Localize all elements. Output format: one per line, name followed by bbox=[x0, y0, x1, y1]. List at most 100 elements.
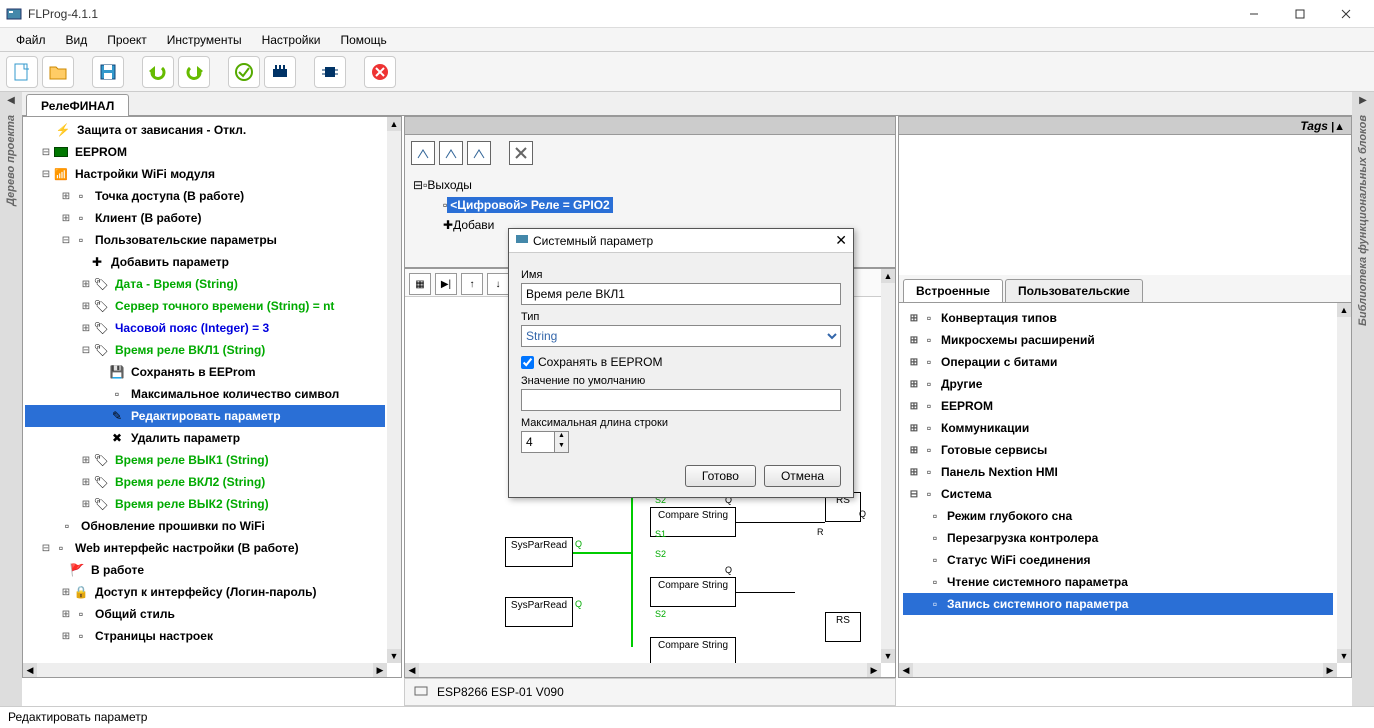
expand-icon[interactable]: ⊟ bbox=[39, 543, 53, 554]
tree-item[interactable]: Обновление прошивки по WiFi bbox=[78, 517, 268, 535]
block-rs[interactable]: RS bbox=[825, 612, 861, 642]
expand-icon[interactable]: ⊞ bbox=[79, 279, 93, 290]
canvas-hscrollbar[interactable]: ◀▶ bbox=[405, 663, 881, 677]
redo-button[interactable] bbox=[178, 56, 210, 88]
expand-icon[interactable]: ⊞ bbox=[59, 609, 73, 620]
expand-icon[interactable]: ⊞ bbox=[59, 213, 73, 224]
tree-hscrollbar[interactable]: ◀▶ bbox=[23, 663, 387, 677]
name-input[interactable] bbox=[521, 283, 841, 305]
tree-item[interactable]: Дата - Время (String) bbox=[112, 275, 241, 293]
library-vscrollbar[interactable]: ▲▼ bbox=[1337, 303, 1351, 663]
type-select[interactable]: String bbox=[521, 325, 841, 347]
out-close-button[interactable] bbox=[509, 141, 533, 165]
stop-button[interactable] bbox=[364, 56, 396, 88]
check-button[interactable] bbox=[228, 56, 260, 88]
menu-view[interactable]: Вид bbox=[56, 30, 98, 50]
board-button[interactable] bbox=[264, 56, 296, 88]
maxlen-spinner[interactable]: 4 ▲▼ bbox=[521, 431, 569, 453]
lib-subitem[interactable]: ▫Режим глубокого сна bbox=[903, 505, 1333, 527]
open-button[interactable] bbox=[42, 56, 74, 88]
out-btn-1[interactable] bbox=[411, 141, 435, 165]
save-button[interactable] bbox=[92, 56, 124, 88]
expand-icon[interactable]: ⊟ bbox=[413, 178, 423, 192]
canvas-btn-2[interactable]: ▶| bbox=[435, 273, 457, 295]
expand-icon[interactable]: ⊟ bbox=[39, 147, 53, 158]
expand-icon[interactable]: ⊟ bbox=[59, 235, 73, 246]
canvas-vscrollbar[interactable]: ▲▼ bbox=[881, 269, 895, 663]
lib-subitem[interactable]: ▫Перезагрузка контролера bbox=[903, 527, 1333, 549]
tree-item[interactable]: Время реле ВКЛ1 (String) bbox=[112, 341, 268, 359]
tree-item[interactable]: Доступ к интерфейсу (Логин-пароль) bbox=[92, 583, 320, 601]
tags-bar[interactable]: Tags |▲ bbox=[899, 117, 1351, 135]
tree-item[interactable]: В работе bbox=[88, 561, 147, 579]
expand-icon[interactable]: ⊞ bbox=[79, 455, 93, 466]
close-button[interactable] bbox=[1324, 2, 1368, 26]
tree-item[interactable]: Пользовательские параметры bbox=[92, 231, 280, 249]
expand-icon[interactable]: ⊞ bbox=[79, 323, 93, 334]
tree-item[interactable]: Часовой пояс (Integer) = 3 bbox=[112, 319, 272, 337]
tree-item[interactable]: Web интерфейс настройки (В работе) bbox=[72, 539, 302, 557]
spin-up[interactable]: ▲ bbox=[554, 432, 568, 442]
canvas-btn-1[interactable]: ▦ bbox=[409, 273, 431, 295]
gpio-output[interactable]: <Цифровой> Реле = GPIO2 bbox=[447, 197, 612, 213]
block-sysparread[interactable]: SysParRead bbox=[505, 537, 573, 567]
menu-tools[interactable]: Инструменты bbox=[157, 30, 252, 50]
expand-icon[interactable]: ⊟ bbox=[79, 345, 93, 356]
tree-item[interactable]: Сервер точного времени (String) = nt bbox=[112, 297, 337, 315]
block-compare[interactable]: Compare String bbox=[650, 577, 736, 607]
tree-item[interactable]: Максимальное количество символ bbox=[128, 385, 342, 403]
expand-icon[interactable]: ⊞ bbox=[79, 477, 93, 488]
canvas-btn-up[interactable]: ↑ bbox=[461, 273, 483, 295]
canvas-btn-down[interactable]: ↓ bbox=[487, 273, 509, 295]
out-btn-3[interactable] bbox=[467, 141, 491, 165]
lib-item[interactable]: ⊞▫Готовые сервисы bbox=[903, 439, 1333, 461]
expand-icon[interactable]: ⊞ bbox=[79, 499, 93, 510]
tree-item[interactable]: Клиент (В работе) bbox=[92, 209, 204, 227]
maximize-button[interactable] bbox=[1278, 2, 1322, 26]
tree-item[interactable]: Точка доступа (В работе) bbox=[92, 187, 247, 205]
tab-builtin[interactable]: Встроенные bbox=[903, 279, 1003, 302]
lib-item[interactable]: ⊟▫Система bbox=[903, 483, 1333, 505]
outputs-title[interactable]: Выходы bbox=[427, 178, 472, 192]
tree-item[interactable]: EEPROM bbox=[72, 143, 130, 161]
expand-icon[interactable]: ⊞ bbox=[59, 191, 73, 202]
tree-item[interactable]: Удалить параметр bbox=[128, 429, 243, 447]
lib-item[interactable]: ⊞▫EEPROM bbox=[903, 395, 1333, 417]
tree-item[interactable]: Общий стиль bbox=[92, 605, 178, 623]
tab-user[interactable]: Пользовательские bbox=[1005, 279, 1143, 302]
expand-icon[interactable]: ⊟ bbox=[39, 169, 53, 180]
tree-item[interactable]: Сохранять в EEProm bbox=[128, 363, 259, 381]
expand-icon[interactable]: ⊞ bbox=[59, 631, 73, 642]
project-tab[interactable]: РелеФИНАЛ bbox=[26, 94, 129, 117]
lib-item[interactable]: ⊞▫Конвертация типов bbox=[903, 307, 1333, 329]
eeprom-checkbox[interactable] bbox=[521, 356, 534, 369]
add-output[interactable]: Добави bbox=[453, 218, 494, 232]
tree-item[interactable]: Время реле ВЫК2 (String) bbox=[112, 495, 272, 513]
lib-subitem[interactable]: ▫Чтение системного параметра bbox=[903, 571, 1333, 593]
lib-item[interactable]: ⊞▫Микросхемы расширений bbox=[903, 329, 1333, 351]
spin-down[interactable]: ▼ bbox=[554, 442, 568, 452]
menu-settings[interactable]: Настройки bbox=[252, 30, 331, 50]
minimize-button[interactable] bbox=[1232, 2, 1276, 26]
tree-item[interactable]: Страницы настроек bbox=[92, 627, 216, 645]
lib-subitem[interactable]: ▫Статус WiFi соединения bbox=[903, 549, 1333, 571]
lib-subitem-selected[interactable]: ▫Запись системного параметра bbox=[903, 593, 1333, 615]
chip-button[interactable] bbox=[314, 56, 346, 88]
lib-item[interactable]: ⊞▫Панель Nextion HMI bbox=[903, 461, 1333, 483]
out-btn-2[interactable] bbox=[439, 141, 463, 165]
library-hscrollbar[interactable]: ◀▶ bbox=[899, 663, 1337, 677]
new-button[interactable] bbox=[6, 56, 38, 88]
menu-file[interactable]: Файл bbox=[6, 30, 56, 50]
project-tree[interactable]: ⚡Защита от зависания - Откл. ⊟EEPROM ⊟На… bbox=[23, 117, 387, 649]
undo-button[interactable] bbox=[142, 56, 174, 88]
lib-item[interactable]: ⊞▫Операции с битами bbox=[903, 351, 1333, 373]
menu-help[interactable]: Помощь bbox=[330, 30, 396, 50]
tree-item[interactable]: Настройки WiFi модуля bbox=[72, 165, 218, 183]
default-input[interactable] bbox=[521, 389, 841, 411]
dialog-close-button[interactable]: ✕ bbox=[835, 232, 847, 249]
block-sysparread[interactable]: SysParRead bbox=[505, 597, 573, 627]
tree-item-selected[interactable]: Редактировать параметр bbox=[128, 407, 284, 425]
right-rail-toggle[interactable]: ▶ bbox=[1356, 92, 1370, 109]
tree-item[interactable]: Время реле ВКЛ2 (String) bbox=[112, 473, 268, 491]
left-rail-toggle[interactable]: ◀ bbox=[4, 92, 18, 109]
